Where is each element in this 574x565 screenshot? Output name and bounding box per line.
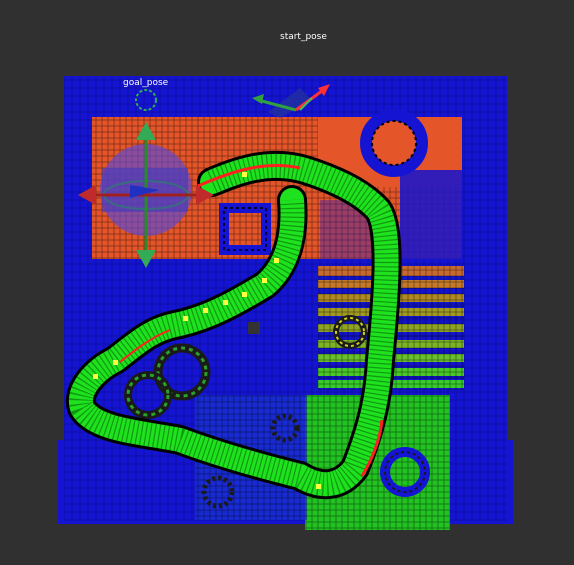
rviz-3d-viewport[interactable]: start_pose goal_pose <box>0 0 574 565</box>
goal-pose-label: goal_pose <box>123 78 169 88</box>
costmap-scene[interactable] <box>0 0 574 565</box>
start-pose-label: start_pose <box>280 32 327 42</box>
